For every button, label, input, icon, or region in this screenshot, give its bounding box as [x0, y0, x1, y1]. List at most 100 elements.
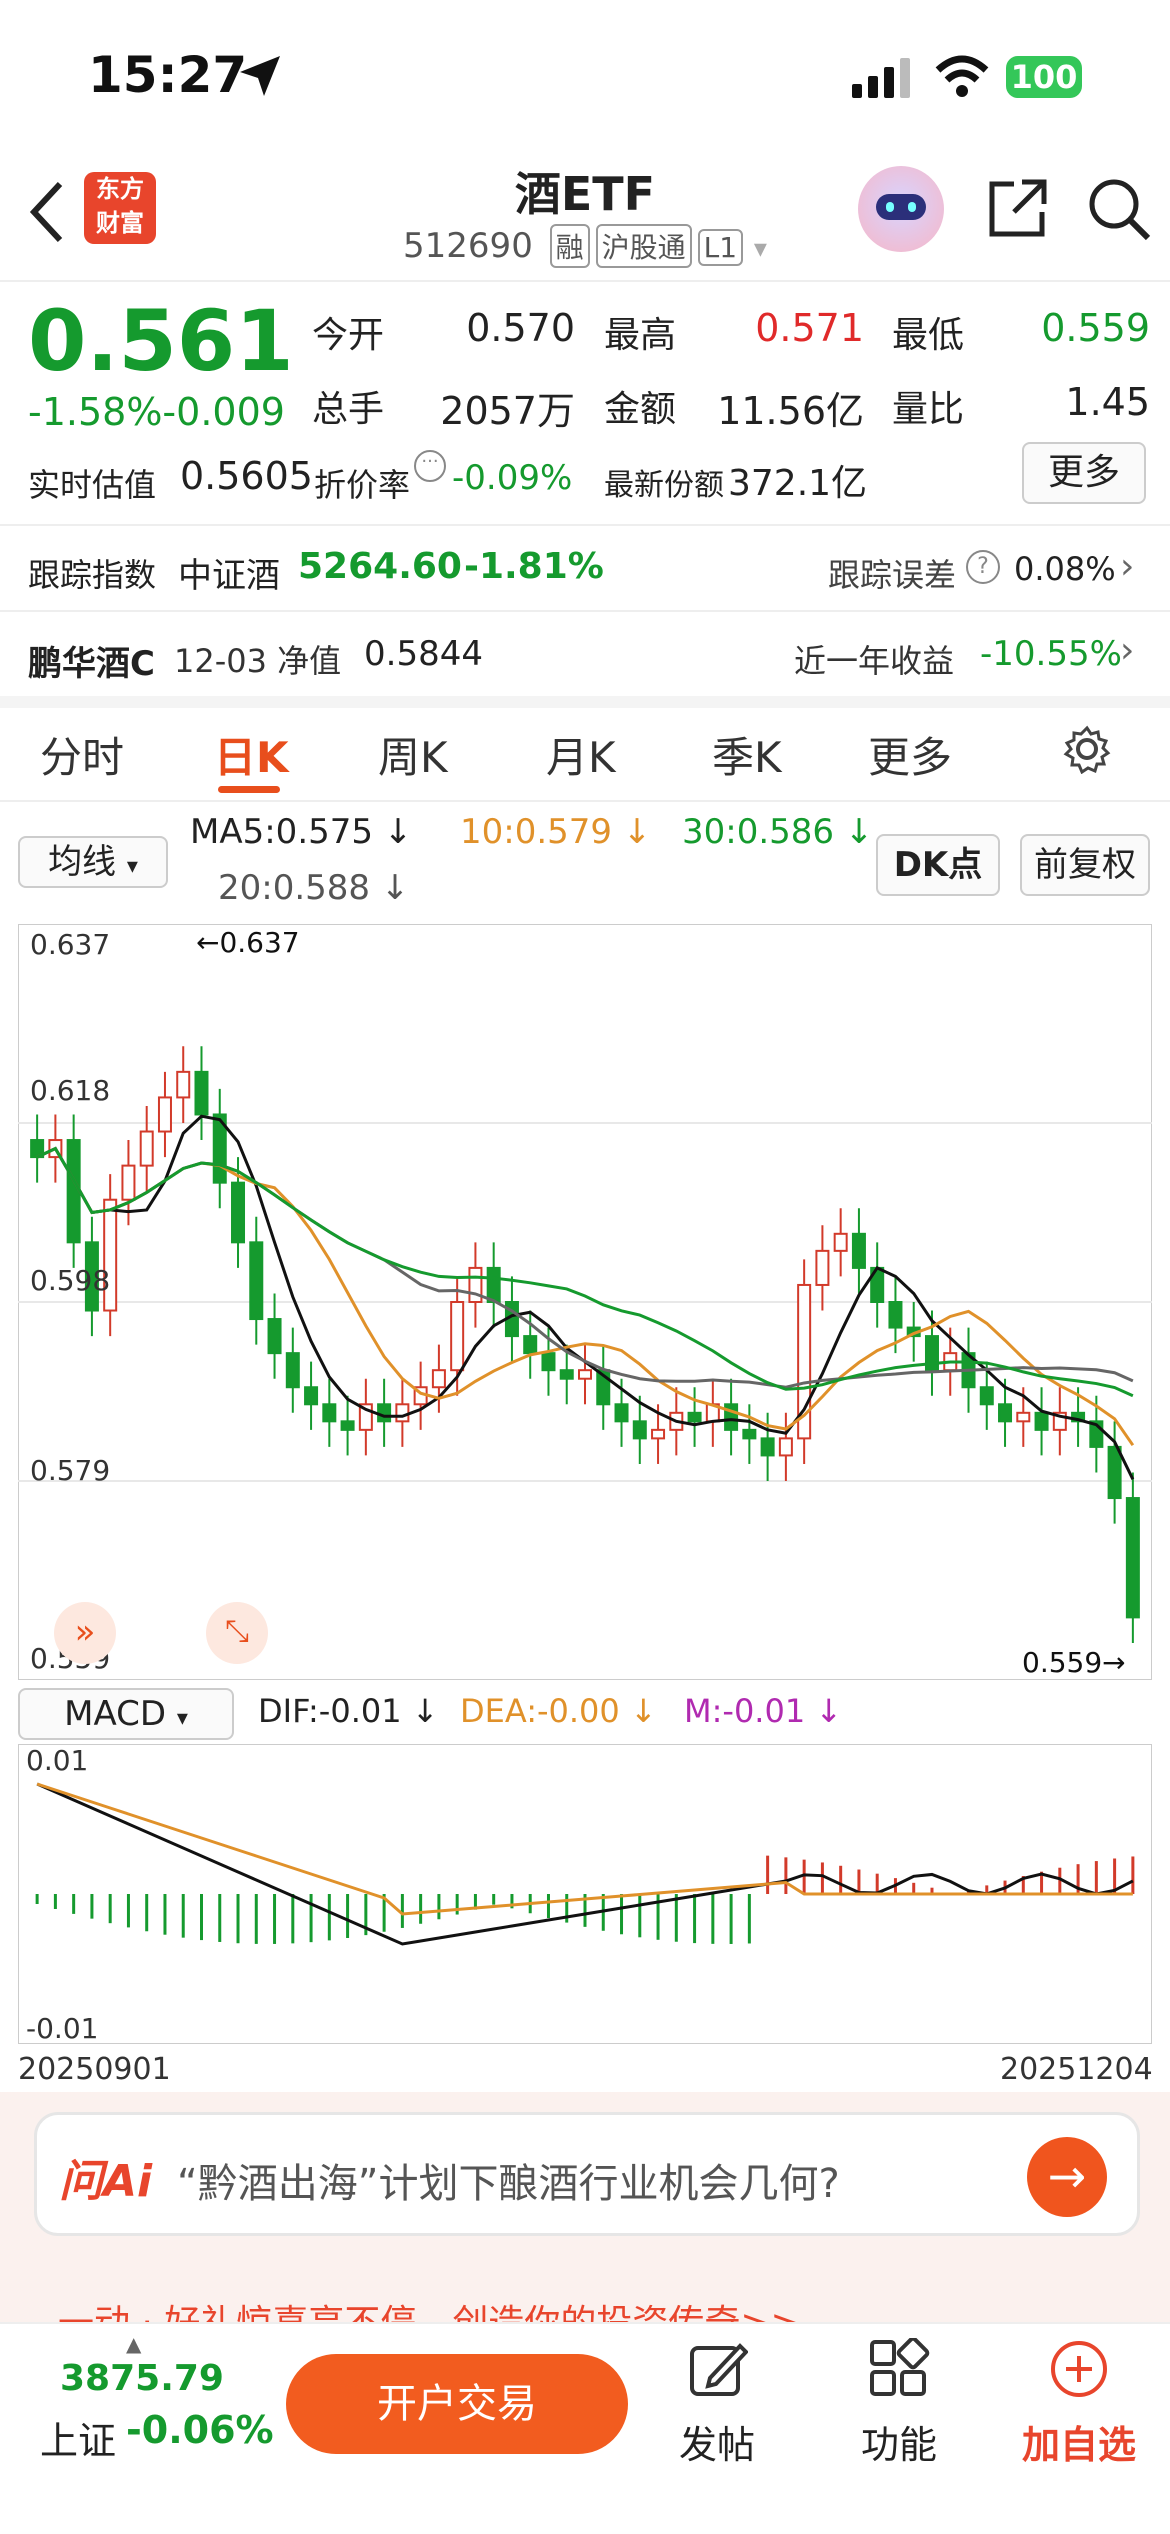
promo-banner[interactable]: 一动 · 好礼惊喜享不停，创造你的投资传奇>> — [18, 2276, 1152, 2322]
discount-label: 折价率 — [314, 466, 411, 504]
function-label[interactable]: 功能 — [834, 2414, 964, 2469]
discount-value: -0.09% — [452, 458, 573, 498]
chevron-right-icon[interactable]: › — [1120, 546, 1134, 587]
open-value: 0.570 — [466, 306, 575, 350]
expand-left-icon[interactable]: » — [54, 1602, 116, 1664]
tab-daily-k[interactable]: 日K — [214, 724, 289, 785]
add-watchlist-icon[interactable] — [1048, 2338, 1110, 2400]
shares-value: 372.1亿 — [728, 463, 868, 504]
dk-point-button[interactable]: DK点 — [876, 834, 1000, 896]
candle-body — [139, 1130, 154, 1167]
tag-level: L1 — [697, 229, 744, 266]
open-account-trade-button[interactable]: 开户交易 — [286, 2354, 628, 2454]
y-label-4: 0.579 — [30, 1454, 111, 1487]
arrow-right-icon[interactable]: → — [1027, 2137, 1107, 2217]
candle-body — [888, 1301, 903, 1329]
settings-gear-icon[interactable] — [1062, 724, 1112, 774]
candle-body — [523, 1335, 538, 1355]
candle-body — [559, 1369, 574, 1380]
more-button[interactable]: 更多 — [1022, 442, 1146, 504]
macd-y-bottom: -0.01 — [26, 2012, 99, 2045]
candle-body — [176, 1070, 191, 1099]
candle-body — [66, 1139, 81, 1244]
status-bar: 15:27 100 — [0, 0, 1170, 150]
search-icon[interactable] — [1086, 176, 1152, 242]
candle-body — [1034, 1411, 1049, 1431]
y-label-top: 0.637 — [30, 928, 111, 961]
volume-value: 2057万 — [440, 389, 575, 433]
edit-post-icon[interactable] — [686, 2338, 748, 2400]
index-name[interactable]: 上证 — [40, 2410, 116, 2465]
y-label-2: 0.618 — [30, 1074, 111, 1107]
high-value: 0.571 — [755, 306, 864, 350]
ma5-line — [36, 1114, 1135, 1480]
tab-intraday[interactable]: 分时 — [40, 724, 124, 785]
candle-body — [157, 1096, 172, 1133]
low-marker: 0.559→ — [1022, 1646, 1126, 1679]
candle-body — [395, 1403, 410, 1423]
chevron-right-icon[interactable]: › — [1120, 630, 1134, 671]
post-label[interactable]: 发帖 — [652, 2414, 782, 2469]
estimate-label: 实时估值 — [28, 466, 157, 504]
estimate-value: 0.5605 — [180, 454, 313, 498]
year-return-label: 近一年收益 — [794, 642, 955, 680]
low-value: 0.559 — [1041, 306, 1150, 350]
dropdown-icon: ▾ — [126, 854, 138, 879]
high-label: 最高 — [604, 315, 677, 356]
kline-chart[interactable] — [18, 924, 1152, 1680]
dropdown-icon[interactable]: ▾ — [754, 234, 767, 264]
tag-connect: 沪股通 — [595, 224, 692, 268]
tag-margin: 融 — [549, 224, 590, 268]
share-icon[interactable] — [986, 176, 1050, 240]
tracking-label: 跟踪指数 — [28, 556, 157, 594]
tracking-index-name: 中证酒 — [178, 556, 280, 596]
ma10-legend: 10:0.579 ↓ — [460, 812, 652, 852]
tab-indicator — [218, 786, 280, 793]
candle-body — [194, 1070, 209, 1116]
divider — [0, 610, 1170, 612]
status-time: 15:27 — [88, 46, 248, 104]
tab-quarterly-k[interactable]: 季K — [712, 724, 782, 785]
macd-select[interactable]: MACD ▾ — [18, 1688, 234, 1740]
candle-body — [1125, 1497, 1140, 1619]
fullscreen-icon[interactable]: ⤡ — [206, 1602, 268, 1664]
index-change[interactable]: -0.06% — [126, 2408, 274, 2452]
tab-weekly-k[interactable]: 周K — [378, 724, 448, 785]
index-value[interactable]: 3875.79 — [60, 2358, 224, 2399]
battery-icon: 100 — [1006, 56, 1082, 98]
m-legend: M:-0.01 ↓ — [684, 1692, 843, 1730]
dif-legend: DIF:-0.01 ↓ — [258, 1692, 439, 1730]
ma20-legend: 20:0.588 ↓ — [218, 868, 410, 908]
dea-legend: DEA:-0.00 ↓ — [460, 1692, 657, 1730]
candle-body — [979, 1386, 994, 1406]
candle-body — [486, 1266, 501, 1303]
fund-name[interactable]: 鹏华酒C — [28, 636, 155, 685]
tracking-error-value: 0.08% — [1014, 550, 1116, 588]
function-grid-icon[interactable] — [868, 2338, 930, 2400]
ma-select[interactable]: 均线 ▾ — [18, 836, 168, 888]
help-icon[interactable]: ? — [966, 550, 1000, 584]
adjust-button[interactable]: 前复权 — [1020, 834, 1150, 896]
ai-question-bar[interactable]: 问Ai “黔酒出海”计划下酿酒行业机会几何? → — [34, 2112, 1140, 2236]
current-price: 0.561 — [28, 292, 294, 390]
watch-label[interactable]: 加自选 — [1014, 2414, 1144, 2469]
high-marker: ←0.637 — [196, 926, 300, 959]
robot-avatar-icon[interactable] — [858, 166, 944, 252]
candle-body — [742, 1428, 757, 1440]
ratio-value: 1.45 — [1065, 380, 1150, 424]
tab-monthly-k[interactable]: 月K — [546, 724, 616, 785]
info-icon[interactable]: ··· — [414, 450, 446, 482]
tracking-index-change: -1.81% — [464, 546, 604, 587]
macd-y-top: 0.01 — [26, 1744, 89, 1777]
candle-body — [687, 1411, 702, 1423]
amount-label: 金额 — [604, 389, 677, 430]
bottom-toolbar: ▲ 3875.79 上证 -0.06% 开户交易 发帖 功能 加自选 — [0, 2322, 1170, 2534]
candle-body — [1107, 1445, 1122, 1500]
tab-more[interactable]: 更多 — [868, 724, 952, 785]
divider — [0, 800, 1170, 802]
shares-label: 最新份额 — [604, 468, 724, 503]
volume-label: 总手 — [312, 389, 385, 430]
macd-chart[interactable] — [18, 1744, 1152, 2044]
candle-body — [267, 1318, 282, 1355]
candle-body — [322, 1403, 337, 1423]
